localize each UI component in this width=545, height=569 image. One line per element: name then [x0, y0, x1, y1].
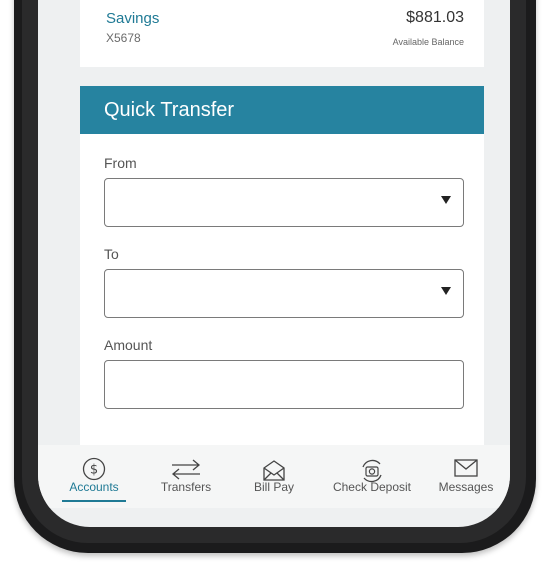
nav-messages[interactable]: Messages — [430, 445, 502, 508]
to-label: To — [104, 246, 119, 262]
account-name[interactable]: Savings — [106, 10, 159, 27]
from-select[interactable] — [104, 178, 464, 227]
amount-label: Amount — [104, 337, 153, 353]
nav-bill-pay[interactable]: Bill Pay — [242, 445, 306, 508]
nav-transfers[interactable]: Transfers — [150, 445, 222, 508]
amount-input[interactable] — [104, 360, 464, 409]
app-screen: Savings X5678 $881.03 Available Balance … — [38, 0, 510, 527]
active-tab-indicator — [62, 500, 126, 502]
account-number: X5678 — [106, 31, 141, 45]
nav-label-bill-pay: Bill Pay — [253, 480, 294, 494]
account-balance: $881.03 — [406, 9, 464, 26]
nav-accounts[interactable]: $ Accounts — [58, 445, 130, 508]
caret-down-icon — [441, 196, 451, 204]
nav-label-messages: Messages — [438, 480, 494, 494]
nav-label-transfers: Transfers — [160, 480, 212, 494]
from-label: From — [104, 155, 137, 171]
account-card-savings[interactable]: Savings X5678 $881.03 Available Balance — [80, 0, 484, 67]
svg-text:$: $ — [90, 463, 98, 478]
caret-down-icon — [441, 287, 451, 295]
to-select[interactable] — [104, 269, 464, 318]
bottom-nav: $ Accounts Transfers Bill Pay Check Depo… — [38, 445, 510, 508]
nav-label-accounts: Accounts — [69, 480, 119, 494]
nav-check-deposit[interactable]: Check Deposit — [322, 445, 422, 508]
balance-label: Available Balance — [392, 37, 464, 47]
quick-transfer-panel: Quick Transfer From To Amount — [80, 86, 484, 446]
nav-label-check-deposit: Check Deposit — [332, 480, 412, 494]
quick-transfer-title: Quick Transfer — [80, 86, 484, 134]
